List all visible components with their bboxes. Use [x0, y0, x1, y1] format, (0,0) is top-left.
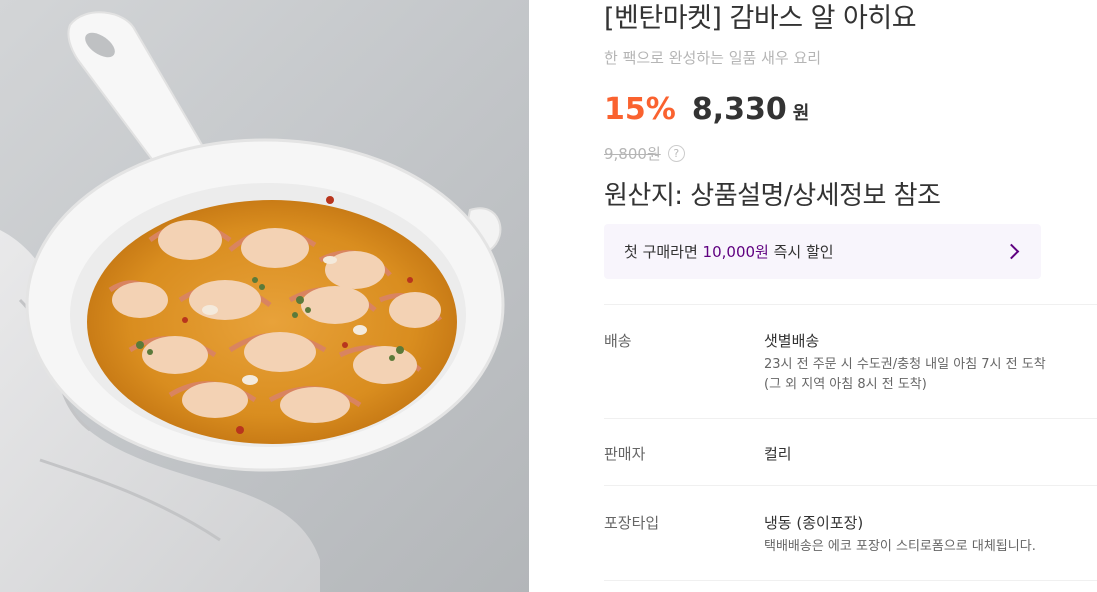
- coupon-text: 첫 구매라면 10,000원 즉시 할인: [624, 241, 834, 262]
- packaging-value: 냉동 (종이포장): [764, 514, 864, 532]
- packaging-label: 포장타입: [604, 514, 660, 532]
- divider: [604, 418, 1097, 419]
- coupon-prefix: 첫 구매라면: [624, 243, 703, 261]
- seller-label: 판매자: [604, 445, 646, 463]
- sale-price: 8,330: [691, 92, 787, 127]
- delivery-label: 배송: [604, 332, 632, 350]
- seller-value: 컬리: [764, 445, 792, 463]
- chevron-right-icon: [1003, 243, 1020, 260]
- original-price-row: 9,800원 ?: [604, 143, 685, 164]
- product-info-panel: [벤탄마켓] 감바스 알 아히요 한 팩으로 완성하는 일품 새우 요리 15%…: [604, 0, 1097, 592]
- delivery-note: 23시 전 주문 시 수도권/충청 내일 아침 7시 전 도착: [764, 357, 1046, 372]
- shrimp-skillet-illustration: [0, 11, 505, 592]
- divider: [604, 304, 1097, 305]
- delivery-note-secondary: (그 외 지역 아침 8시 전 도착): [764, 377, 927, 392]
- packaging-note: 택배배송은 에코 포장이 스티로폼으로 대체됩니다.: [764, 539, 1036, 554]
- coupon-amount: 10,000원: [702, 243, 769, 261]
- first-purchase-coupon-banner[interactable]: 첫 구매라면 10,000원 즉시 할인: [604, 224, 1041, 279]
- divider: [604, 485, 1097, 486]
- price-row: 15% 8,330 원: [604, 92, 809, 136]
- product-title: [벤탄마켓] 감바스 알 아히요: [604, 3, 917, 34]
- coupon-suffix: 즉시 할인: [768, 243, 834, 261]
- currency-unit: 원: [792, 103, 810, 124]
- product-image: [0, 0, 529, 592]
- original-price: 9,800원: [604, 145, 661, 163]
- product-subtitle: 한 팩으로 완성하는 일품 새우 요리: [604, 49, 822, 67]
- delivery-value: 샛별배송: [764, 332, 820, 350]
- question-circle-icon[interactable]: ?: [667, 145, 685, 162]
- discount-rate: 15%: [604, 92, 676, 127]
- divider: [604, 580, 1097, 581]
- origin-info: 원산지: 상품설명/상세정보 참조: [604, 181, 941, 211]
